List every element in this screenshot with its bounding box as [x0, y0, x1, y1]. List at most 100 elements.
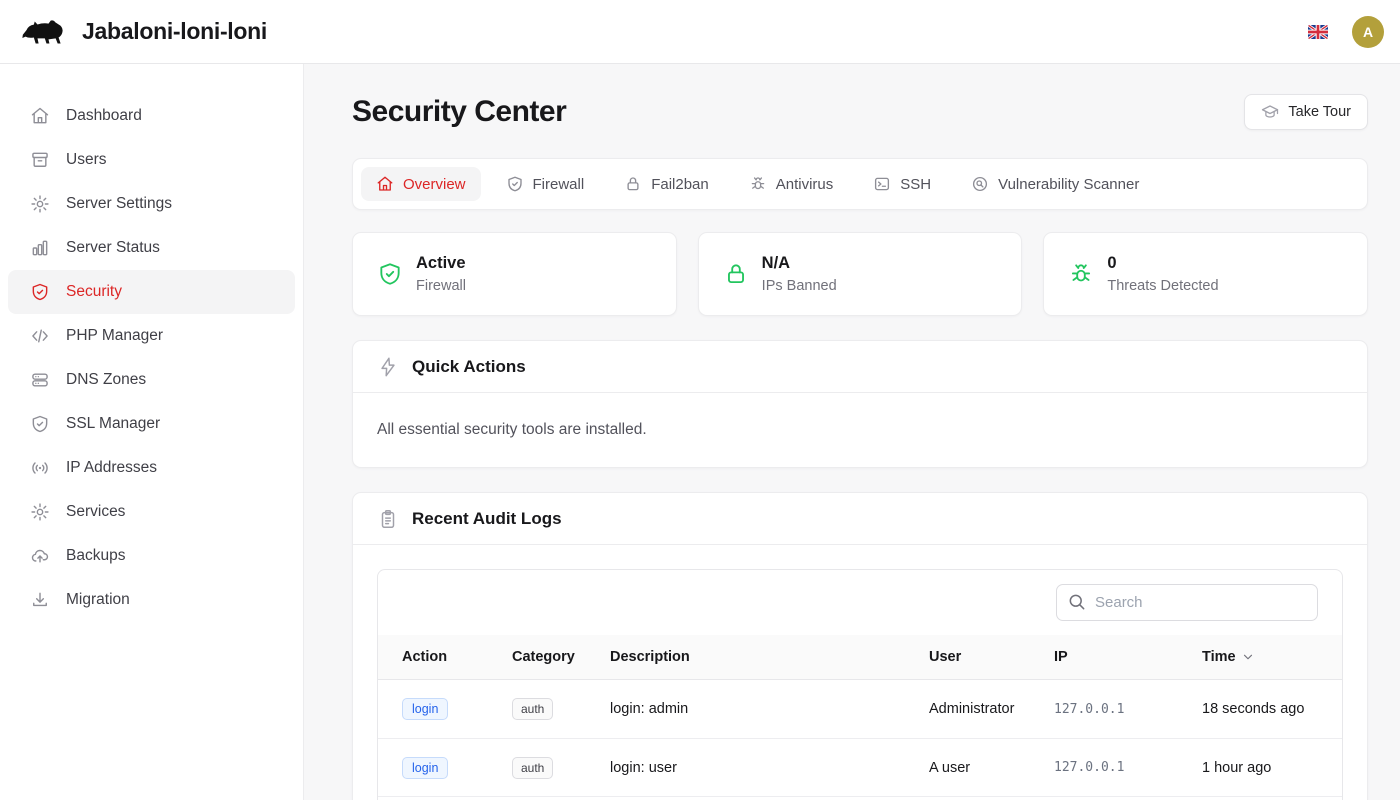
security-tabbar: Overview Firewall Fail2ban Antivirus SSH… — [352, 158, 1368, 210]
tab-label: Firewall — [533, 176, 585, 193]
page-title: Security Center — [352, 95, 566, 129]
action-badge[interactable]: login — [402, 698, 448, 720]
download-icon — [30, 590, 50, 610]
sidebar-item-server-settings[interactable]: Server Settings — [8, 182, 295, 226]
quick-actions-title: Quick Actions — [412, 357, 526, 377]
sidebar-item-label: DNS Zones — [66, 371, 146, 389]
audit-table: Action Category Description User IP Time… — [377, 569, 1343, 800]
sidebar-item-ssl-manager[interactable]: SSL Manager — [8, 402, 295, 446]
category-badge: auth — [512, 698, 553, 720]
column-header-category[interactable]: Category — [512, 649, 610, 665]
stat-card-ips-banned: N/A IPs Banned — [698, 232, 1023, 316]
shield-check-icon — [30, 282, 50, 302]
tab-vulnerability-scanner[interactable]: Vulnerability Scanner — [956, 167, 1154, 201]
tab-ssh[interactable]: SSH — [858, 167, 946, 201]
quick-actions-message: All essential security tools are install… — [353, 393, 1367, 467]
category-badge: auth — [512, 757, 553, 779]
uk-flag-icon[interactable] — [1308, 25, 1328, 39]
gear-icon — [30, 194, 50, 214]
shield-check-icon — [377, 261, 403, 287]
tab-label: Fail2ban — [651, 176, 709, 193]
tab-label: SSH — [900, 176, 931, 193]
tab-fail2ban[interactable]: Fail2ban — [609, 167, 724, 201]
cell-user: Administrator — [929, 701, 1054, 717]
stat-card-firewall: Active Firewall — [352, 232, 677, 316]
stat-value: 0 — [1107, 254, 1218, 273]
stat-value: Active — [416, 254, 466, 273]
stat-label: Threats Detected — [1107, 278, 1218, 294]
server-icon — [30, 370, 50, 390]
home-icon — [376, 175, 394, 193]
take-tour-button[interactable]: Take Tour — [1244, 94, 1368, 130]
sidebar-item-backups[interactable]: Backups — [8, 534, 295, 578]
sidebar-item-php-manager[interactable]: PHP Manager — [8, 314, 295, 358]
avatar[interactable]: A — [1352, 16, 1384, 48]
tab-firewall[interactable]: Firewall — [491, 167, 600, 201]
sidebar-item-label: Backups — [66, 547, 125, 565]
lightning-icon — [377, 356, 399, 378]
bug-icon — [1068, 261, 1094, 287]
lock-icon — [624, 175, 642, 193]
column-header-description[interactable]: Description — [610, 649, 929, 665]
sidebar-item-label: Users — [66, 151, 106, 169]
audit-logs-title: Recent Audit Logs — [412, 509, 562, 529]
sidebar-item-migration[interactable]: Migration — [8, 578, 295, 622]
terminal-icon — [873, 175, 891, 193]
bar-chart-icon — [30, 238, 50, 258]
boar-logo-icon — [20, 16, 66, 48]
tab-label: Antivirus — [776, 176, 834, 193]
tab-antivirus[interactable]: Antivirus — [734, 167, 849, 201]
sidebar-item-services[interactable]: Services — [8, 490, 295, 534]
cell-description: login: admin — [610, 701, 929, 717]
home-icon — [30, 106, 50, 126]
search-icon — [1067, 592, 1087, 612]
column-header-ip[interactable]: IP — [1054, 649, 1202, 665]
column-header-time[interactable]: Time — [1202, 649, 1342, 665]
cell-ip: 127.0.0.1 — [1054, 760, 1202, 775]
stat-label: Firewall — [416, 278, 466, 294]
sidebar-item-ip-addresses[interactable]: IP Addresses — [8, 446, 295, 490]
graduation-cap-icon — [1261, 103, 1279, 121]
archive-icon — [30, 150, 50, 170]
table-row: login auth login: admin Administrator 12… — [378, 680, 1342, 738]
sidebar-item-security[interactable]: Security — [8, 270, 295, 314]
quick-actions-card: Quick Actions All essential security too… — [352, 340, 1368, 468]
sidebar: Dashboard Users Server Settings Server S… — [0, 64, 304, 800]
action-badge[interactable]: login — [402, 757, 448, 779]
chevron-down-icon — [1241, 650, 1255, 664]
search-circle-icon — [971, 175, 989, 193]
clipboard-icon — [377, 508, 399, 530]
take-tour-label: Take Tour — [1288, 104, 1351, 120]
column-header-user[interactable]: User — [929, 649, 1054, 665]
column-header-action[interactable]: Action — [402, 649, 512, 665]
code-icon — [30, 326, 50, 346]
search-input[interactable] — [1056, 584, 1318, 621]
bug-icon — [749, 175, 767, 193]
sidebar-item-dns-zones[interactable]: DNS Zones — [8, 358, 295, 402]
sidebar-item-label: Server Settings — [66, 195, 172, 213]
sidebar-item-label: SSL Manager — [66, 415, 160, 433]
sidebar-item-label: Services — [66, 503, 125, 521]
table-row — [378, 796, 1342, 800]
sidebar-item-label: Security — [66, 283, 122, 301]
stat-value: N/A — [762, 254, 837, 273]
sidebar-item-label: IP Addresses — [66, 459, 157, 477]
shield-check-icon — [506, 175, 524, 193]
table-header-row: Action Category Description User IP Time — [378, 635, 1342, 680]
stat-cards: Active Firewall N/A IPs Banned 0 Threats… — [352, 232, 1368, 316]
cloud-upload-icon — [30, 546, 50, 566]
sidebar-item-label: PHP Manager — [66, 327, 163, 345]
sidebar-item-server-status[interactable]: Server Status — [8, 226, 295, 270]
sidebar-item-dashboard[interactable]: Dashboard — [8, 94, 295, 138]
main-content: Security Center Take Tour Overview Firew… — [304, 64, 1400, 800]
top-bar: Jabaloni-loni-loni A — [0, 0, 1400, 64]
stat-label: IPs Banned — [762, 278, 837, 294]
sidebar-item-users[interactable]: Users — [8, 138, 295, 182]
tab-overview[interactable]: Overview — [361, 167, 481, 201]
sidebar-item-label: Server Status — [66, 239, 160, 257]
sidebar-item-label: Dashboard — [66, 107, 142, 125]
cell-time: 18 seconds ago — [1202, 701, 1342, 717]
cell-time: 1 hour ago — [1202, 760, 1342, 776]
app-title: Jabaloni-loni-loni — [82, 18, 267, 45]
lock-icon — [723, 261, 749, 287]
